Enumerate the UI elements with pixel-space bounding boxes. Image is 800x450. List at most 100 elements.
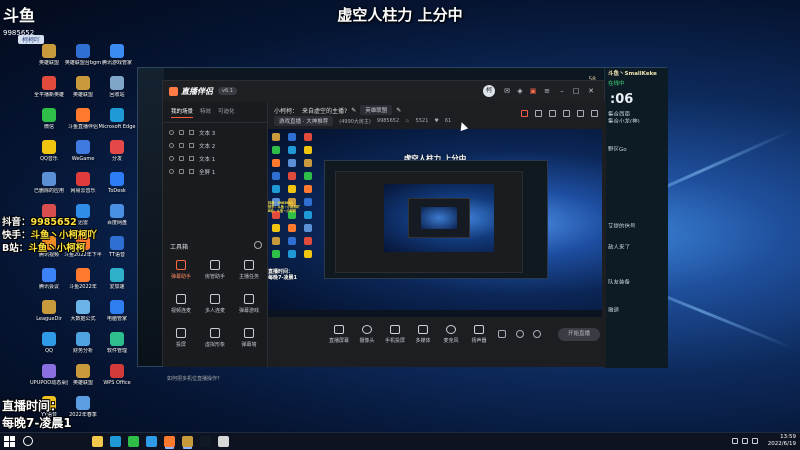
source-control[interactable]: 手机投屏 <box>382 325 408 344</box>
source-control[interactable]: 直播屏幕 <box>326 325 352 344</box>
desktop-icon[interactable]: ToDesk <box>98 172 136 194</box>
layer-item[interactable]: 全屏 1 <box>163 165 267 178</box>
maximize-icon[interactable]: □ <box>572 87 580 95</box>
tool-button[interactable]: 投屏 <box>165 328 197 348</box>
tab-scenes[interactable]: 我的场景 <box>171 107 194 118</box>
share-icon[interactable] <box>591 110 598 117</box>
minimize-icon[interactable]: – <box>558 87 566 95</box>
desktop-icon[interactable]: 腾讯会议 <box>30 268 68 290</box>
lock-icon[interactable] <box>179 143 184 148</box>
search-icon[interactable] <box>23 436 33 446</box>
desktop-icon[interactable]: LeagueDir <box>30 300 68 322</box>
edit-category-icon[interactable]: ✎ <box>396 107 401 114</box>
tool-button[interactable]: 多人连麦 <box>199 294 231 314</box>
desktop-icon[interactable]: WPS Office <box>98 364 136 386</box>
mail-icon[interactable]: ✉ <box>503 87 511 95</box>
taskbar-app-tool-icon[interactable] <box>218 436 229 447</box>
desktop-icon[interactable]: 斗鱼2022年 <box>64 268 102 290</box>
app-version-badge[interactable]: v6.1 <box>218 87 237 95</box>
ime-icon[interactable] <box>752 438 758 444</box>
toolbox-settings-icon[interactable] <box>254 241 262 249</box>
fullscreen-icon[interactable] <box>577 110 584 117</box>
desktop-icon[interactable]: QQ音乐 <box>30 140 68 162</box>
desktop-icon[interactable]: 英雄联盟 <box>30 44 68 66</box>
tool-button[interactable]: 虚拟形象 <box>199 328 231 348</box>
eye-icon[interactable] <box>169 169 174 174</box>
tab-visual[interactable]: 可迪化 <box>218 107 235 118</box>
desktop-icon[interactable]: 已删除的应用 <box>30 172 68 194</box>
desktop-icon[interactable]: 电脑管家 <box>98 300 136 322</box>
desktop-icon[interactable]: 微信 <box>30 108 68 130</box>
tool-button[interactable]: 视频连麦 <box>165 294 197 314</box>
volume-icon[interactable] <box>742 438 748 444</box>
user-avatar[interactable]: 柯 <box>483 85 495 97</box>
edit-title-icon[interactable]: ✎ <box>351 107 356 114</box>
taskbar-app-game-icon[interactable] <box>200 436 211 447</box>
lock-icon[interactable] <box>179 169 184 174</box>
layer-item[interactable]: 文本 3 <box>163 126 267 139</box>
taskbar-app-qq-icon[interactable] <box>146 436 157 447</box>
desktop-icon[interactable]: 英雄联盟 <box>64 76 102 98</box>
desktop-icon[interactable]: 英雄联盟台bgm <box>64 44 102 66</box>
eye-icon[interactable] <box>169 143 174 148</box>
screenshot-icon[interactable] <box>549 110 556 117</box>
help-hint[interactable]: 如何把多机位直播操作？ <box>167 375 222 382</box>
record-icon[interactable] <box>521 110 528 117</box>
desktop-icon[interactable]: 财务分析 <box>64 332 102 354</box>
source-control[interactable]: 多媒体 <box>410 325 436 344</box>
lock-icon[interactable] <box>535 110 542 117</box>
desktop-icon[interactable]: 爱加速 <box>98 268 136 290</box>
eye-icon[interactable] <box>169 130 174 135</box>
lock-icon[interactable] <box>179 156 184 161</box>
start-stream-button[interactable]: 开始直播 <box>558 328 600 341</box>
settings-icon[interactable] <box>533 330 541 338</box>
eye-icon[interactable] <box>169 156 174 161</box>
skin-icon[interactable]: ◈ <box>516 87 524 95</box>
desktop-icon[interactable]: 网易云音乐 <box>64 172 102 194</box>
layer-item[interactable]: 文本 1 <box>163 152 267 165</box>
desktop-icon[interactable]: Microsoft Edge <box>98 108 136 130</box>
desktop-icon[interactable]: 百度网盘 <box>98 204 136 226</box>
taskbar-app-edge-icon[interactable] <box>110 436 121 447</box>
tab-effects[interactable]: 特效 <box>200 107 211 118</box>
mic-settings-icon[interactable] <box>516 330 524 338</box>
stream-title[interactable]: 来自虚空的主播? <box>302 106 347 115</box>
gift-icon[interactable]: ▣ <box>529 87 537 95</box>
desktop-icon[interactable]: WeGame <box>64 140 102 162</box>
tool-button[interactable]: 房管助手 <box>199 260 231 280</box>
desktop-icon[interactable]: QQ <box>30 332 68 354</box>
source-control[interactable]: 摄像头 <box>354 325 380 344</box>
clock[interactable]: 13:59 2022/6/19 <box>768 434 796 448</box>
tool-button[interactable]: 弹幕游戏 <box>233 294 265 314</box>
tool-button[interactable]: 主播任务 <box>233 260 265 280</box>
source-control[interactable]: 麦克风 <box>438 325 464 344</box>
taskbar-app-douyu-icon[interactable] <box>164 436 175 447</box>
layout-icon[interactable] <box>563 110 570 117</box>
tool-button[interactable]: 弹幕墙 <box>233 328 265 348</box>
desktop-icon[interactable]: UPUPOO动态桌面 <box>30 364 68 386</box>
desktop-icon[interactable]: 腾讯游戏管家 <box>98 44 136 66</box>
stream-preview[interactable]: 虚空人柱力 上分中 抖音：9985652 快手：斗鱼丶小柯柯吖 B站：斗鱼丶小柯… <box>268 129 602 317</box>
network-icon[interactable] <box>732 438 738 444</box>
taskbar-app-league-icon[interactable] <box>182 436 193 447</box>
lock-icon[interactable] <box>179 130 184 135</box>
desktop-icon[interactable]: 斗鱼直播伴侣 <box>64 108 102 130</box>
desktop-icon[interactable]: 分发 <box>98 140 136 162</box>
desktop-icon[interactable]: 软件管理 <box>98 332 136 354</box>
source-control[interactable]: 扬声器 <box>466 325 492 344</box>
desktop-icon[interactable]: 大数据公式 <box>64 300 102 322</box>
category-sub[interactable]: 游戏直播 · 大神推荐 <box>274 116 334 126</box>
desktop-icon[interactable]: 全平播新英雄 <box>30 76 68 98</box>
menu-icon[interactable]: ≡ <box>543 87 551 95</box>
layer-item[interactable]: 文本 2 <box>163 139 267 152</box>
camera-icon[interactable] <box>498 330 506 338</box>
desktop-icon[interactable]: 英雄联盟 <box>64 364 102 386</box>
desktop-icon[interactable]: TT语音 <box>98 236 136 258</box>
taskbar-app-wechat-icon[interactable] <box>128 436 139 447</box>
category-select[interactable]: 英雄联盟 <box>360 105 393 115</box>
tool-button[interactable]: 弹幕助手 <box>165 260 197 280</box>
start-button[interactable] <box>4 436 15 447</box>
close-icon[interactable]: ✕ <box>587 87 595 95</box>
desktop-icon[interactable]: 回收站 <box>98 76 136 98</box>
taskbar-app-file-explorer-icon[interactable] <box>92 436 103 447</box>
